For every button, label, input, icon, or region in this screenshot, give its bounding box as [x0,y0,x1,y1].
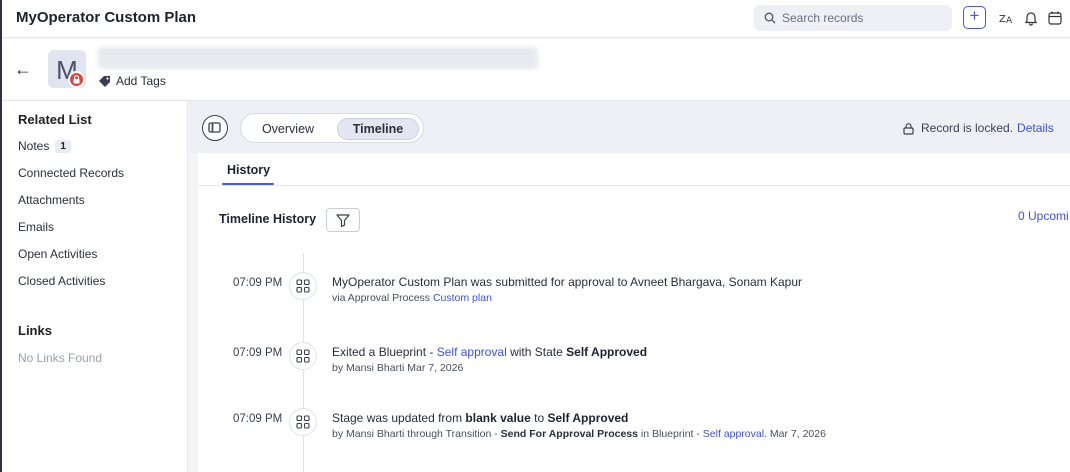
timeline-text-segment: in Blueprint - [638,428,703,440]
sidebar-item-label: Closed Activities [18,274,106,288]
svg-text:Z: Z [999,14,1006,25]
timeline-link[interactable]: Custom plan [433,292,492,304]
process-grid-icon [296,349,310,363]
timeline-text-segment: to [530,411,548,425]
app-title: MyOperator Custom Plan [16,9,197,26]
timeline-node [289,408,317,436]
timeline-description: Stage was updated from blank value to Se… [332,411,628,425]
timeline-text-segment: Exited a Blueprint - [332,345,437,359]
sidebar-item-emails[interactable]: Emails [18,220,54,234]
record-header: ← M Add Tags [2,39,1070,101]
timeline-node [289,342,317,370]
timeline-time: 07:09 PM [233,347,283,359]
translate-icon[interactable]: ZA [999,10,1015,26]
timeline-meta: by Mansi Bharti Mar 7, 2026 [332,362,463,374]
timeline-panel: History Timeline History 0 Upcomi 07:09 … [198,153,1070,472]
search-box[interactable] [754,5,952,31]
sidebar-item-notes[interactable]: Notes 1 [18,139,71,153]
add-tags-label: Add Tags [116,74,166,88]
timeline-entry: 07:09 PM MyOperator Custom Plan was submi… [198,272,1070,312]
lock-badge-icon [68,71,85,88]
timeline-text-segment: . Mar 7, 2026 [764,428,826,440]
process-grid-icon [296,415,310,429]
sidebar-toggle-icon [208,122,221,133]
record-locked-status: Record is locked. Details [902,121,1054,135]
timeline-node [289,272,317,300]
timeline-history-title: Timeline History [219,212,317,226]
related-list-sidebar: Related List Notes 1 Connected Records A… [2,101,188,472]
tab-overview[interactable]: Overview [249,118,327,140]
timeline-text-segment: with State [506,345,567,359]
sidebar-item-connected-records[interactable]: Connected Records [18,166,124,180]
sidebar-item-open-activities[interactable]: Open Activities [18,247,97,261]
top-bar: MyOperator Custom Plan + ZA [2,0,1070,38]
process-grid-icon [296,279,310,293]
timeline-text-segment: by Mansi Bharti through Transition - [332,428,501,440]
sidebar-item-label: Attachments [18,193,85,207]
timeline-meta: by Mansi Bharti through Transition - Sen… [332,428,826,440]
search-input[interactable] [782,11,942,25]
timeline-meta: via Approval Process Custom plan [332,292,492,304]
timeline-text-segment: via Approval Process [332,292,433,304]
timeline-description: MyOperator Custom Plan was submitted for… [332,275,802,289]
view-switcher: Overview Timeline [240,113,424,143]
main-toolbar: Overview Timeline Record is locked. Deta… [189,101,1070,153]
add-button[interactable]: + [963,6,986,29]
sidebar-item-label: Notes [18,139,50,153]
tag-icon [99,76,110,87]
svg-text:A: A [1006,16,1013,26]
sidebar-item-label: Connected Records [18,166,125,180]
timeline-text-segment: Self Approved [547,411,629,425]
timeline-entry: 07:09 PM Exited a Blueprint - Self approv… [198,342,1070,382]
upcoming-count-link[interactable]: 0 Upcomi [1018,209,1069,223]
timeline-text-segment: Self Approved [566,345,648,359]
locked-text: Record is locked. [921,121,1014,135]
tab-history[interactable]: History [227,163,270,177]
timeline-time: 07:09 PM [233,413,283,425]
timeline-link[interactable]: Self approval [703,428,764,440]
sidebar-item-label: Emails [18,220,55,234]
timeline-text-segment: blank value [465,411,531,425]
no-links-text: No Links Found [18,351,103,365]
lock-icon [903,122,914,135]
sidebar-item-attachments[interactable]: Attachments [18,193,85,207]
bell-icon[interactable] [1023,10,1039,26]
timeline-description: Exited a Blueprint - Self approval with … [332,345,647,359]
notes-count-badge: 1 [55,139,71,153]
filter-button[interactable] [326,208,360,232]
timeline-text-segment: by Mansi Bharti Mar 7, 2026 [332,362,464,374]
record-name-blurred [98,47,538,69]
timeline-text-segment: Stage was updated from [332,411,466,425]
collapse-panel-button[interactable] [202,115,228,141]
details-link[interactable]: Details [1017,121,1054,135]
tab-timeline[interactable]: Timeline [337,118,419,140]
timeline-text-segment: MyOperator Custom Plan was submitted for… [332,275,803,289]
sidebar-item-closed-activities[interactable]: Closed Activities [18,274,105,288]
back-arrow-icon[interactable]: ← [14,59,32,80]
filter-icon [336,214,350,228]
related-list-title: Related List [18,112,92,127]
sidebar-item-label: Open Activities [18,247,98,261]
timeline-time: 07:09 PM [233,277,283,289]
divider [198,185,1070,186]
timeline-entry: 07:09 PM Stage was updated from blank val… [198,408,1070,448]
search-icon [764,12,776,24]
add-tags-button[interactable]: Add Tags [98,74,166,88]
timeline-text-segment: Send For Approval Process [500,428,638,440]
links-title: Links [18,323,52,338]
timeline-link[interactable]: Self approval [437,345,507,359]
calendar-icon[interactable] [1047,10,1063,26]
